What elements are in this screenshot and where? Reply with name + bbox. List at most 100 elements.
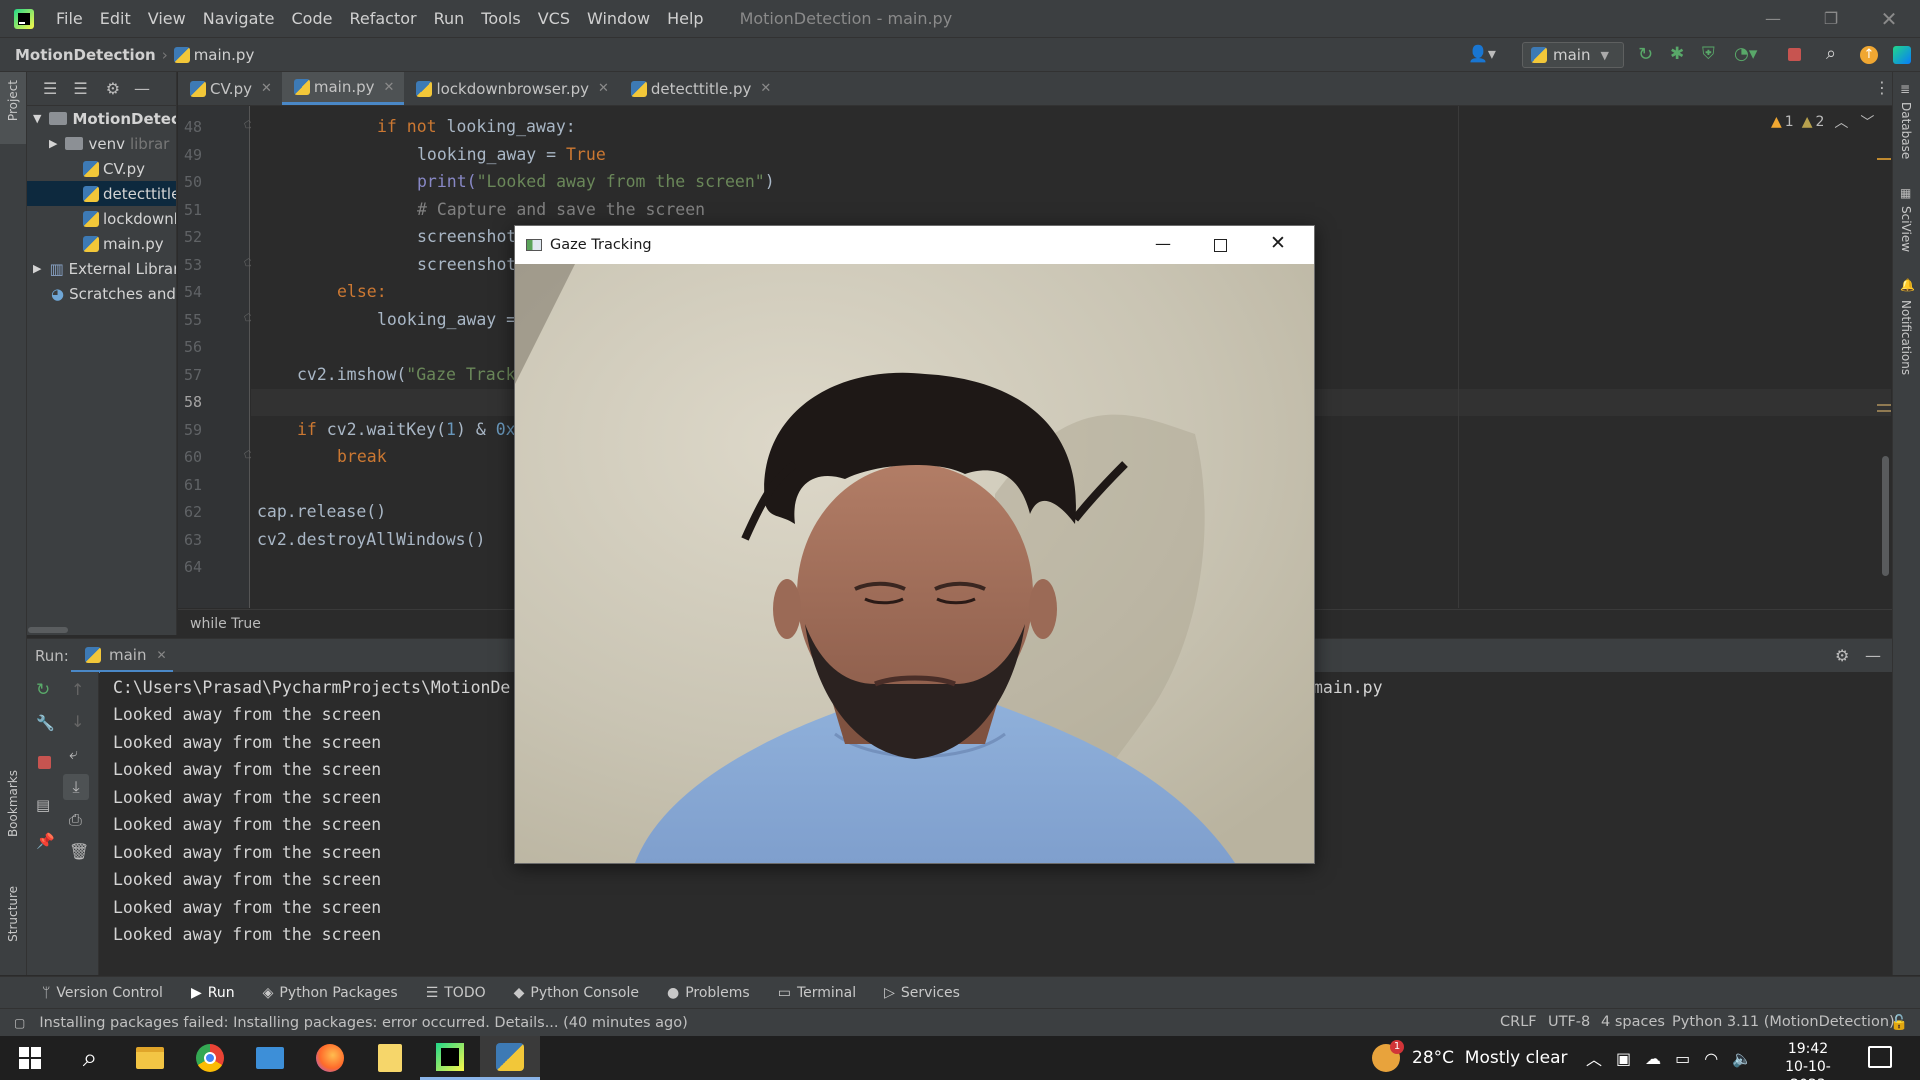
run-tool-button[interactable]: ▶ Run [191, 985, 235, 1001]
update-icon[interactable]: ↑ [1860, 46, 1878, 64]
gaze-tracking-window[interactable]: Gaze Tracking — ✕ [514, 225, 1315, 864]
notes-icon[interactable] [360, 1036, 420, 1080]
minimize-button[interactable]: — [1155, 234, 1171, 253]
windows-start-icon[interactable] [0, 1036, 60, 1080]
bookmarks-stripe-button[interactable]: Bookmarks [6, 770, 20, 837]
chevron-down-icon[interactable]: ﹀ [1860, 112, 1874, 132]
python-taskbar-icon[interactable] [480, 1036, 540, 1080]
wifi-icon[interactable]: ◠ [1704, 1049, 1718, 1068]
problems-button[interactable]: ● Problems [667, 985, 750, 1001]
terminal-button[interactable]: ▭ Terminal [778, 985, 856, 1001]
tab-cv[interactable]: CV.py ✕ [178, 72, 282, 105]
menu-edit[interactable]: Edit [100, 9, 131, 28]
gaze-window-titlebar[interactable]: Gaze Tracking — ✕ [515, 226, 1314, 264]
onedrive-icon[interactable]: ☁ [1645, 1049, 1661, 1068]
menu-view[interactable]: View [148, 9, 186, 28]
tree-file[interactable]: CV.py [27, 156, 176, 181]
gear-icon[interactable]: ⚙ [1835, 646, 1849, 665]
notifications-stripe-button[interactable]: Notifications [1899, 300, 1913, 375]
close-tab-icon[interactable]: ✕ [261, 81, 272, 96]
run-config-selector[interactable]: main ▼ [1522, 42, 1624, 68]
tree-file[interactable]: lockdownb [27, 206, 176, 231]
chevron-up-icon[interactable]: ︿ [1834, 112, 1848, 132]
menu-run[interactable]: Run [434, 9, 465, 28]
firefox-icon[interactable] [300, 1036, 360, 1080]
breadcrumb-project[interactable]: MotionDetection [15, 46, 156, 64]
arrow-up-icon[interactable]: ↑ [71, 680, 84, 699]
menu-help[interactable]: Help [667, 9, 703, 28]
close-button[interactable]: ✕ [1270, 232, 1286, 254]
menu-file[interactable]: File [56, 9, 83, 28]
close-button[interactable]: ✕ [1860, 0, 1918, 37]
minimize-button[interactable]: — [1744, 0, 1802, 37]
more-tabs-icon[interactable]: ⋮ [1874, 78, 1890, 97]
volume-icon[interactable]: 🔈 [1732, 1049, 1752, 1068]
soft-wrap-icon[interactable]: ⤶ [69, 744, 78, 764]
panel-toggle-icon[interactable]: ▢ [14, 1016, 25, 1030]
structure-stripe-button[interactable]: Structure [6, 886, 20, 942]
pin-icon[interactable]: 📌 [36, 832, 55, 850]
menu-refactor[interactable]: Refactor [349, 9, 416, 28]
line-separator[interactable]: CRLF [1500, 1014, 1537, 1030]
layout-icon[interactable]: ▤ [36, 796, 50, 814]
hide-panel-icon[interactable]: — [134, 79, 150, 98]
debug-icon[interactable]: ✱ [1670, 44, 1684, 64]
print-icon[interactable]: ⎙ [69, 810, 82, 830]
expand-all-icon[interactable]: ☰ [43, 79, 57, 98]
chrome-icon[interactable] [180, 1036, 240, 1080]
tab-detecttitle[interactable]: detecttitle.py ✕ [619, 72, 781, 105]
search-icon[interactable]: ⌕ [60, 1036, 120, 1080]
status-message[interactable]: Installing packages failed: Installing p… [39, 1015, 687, 1031]
python-console-button[interactable]: ◆ Python Console [514, 985, 639, 1001]
menu-code[interactable]: Code [292, 9, 333, 28]
gear-icon[interactable]: ⚙ [106, 79, 120, 98]
close-tab-icon[interactable]: ✕ [760, 81, 771, 96]
coverage-icon[interactable]: ⛨ [1702, 44, 1715, 64]
tree-external-libraries[interactable]: ▶ ▥ External Librar [27, 256, 176, 281]
wrench-icon[interactable]: 🔧 [36, 714, 55, 732]
scroll-to-end-icon[interactable]: ⤓ [63, 774, 89, 800]
todo-button[interactable]: ☰ TODO [426, 985, 486, 1001]
battery-icon[interactable]: ▭ [1675, 1049, 1690, 1068]
version-control-button[interactable]: ᛘ Version Control [42, 985, 163, 1001]
tree-venv[interactable]: ▶ venv librar [27, 131, 176, 156]
tree-root[interactable]: ▼ MotionDetect [27, 106, 176, 131]
rerun-icon[interactable]: ↻ [1638, 44, 1653, 65]
notification-center-icon[interactable] [1868, 1046, 1892, 1068]
maximize-button[interactable] [1214, 239, 1227, 252]
horizontal-scrollbar[interactable] [28, 627, 68, 633]
rerun-icon[interactable]: ↻ [36, 680, 50, 700]
file-explorer-icon[interactable] [120, 1036, 180, 1080]
collapse-all-icon[interactable]: ☰ [73, 79, 87, 98]
tab-main[interactable]: main.py ✕ [281, 72, 405, 105]
inspection-widget[interactable]: ▲ 1 ▲ 2 ︿ ﹀ [1771, 112, 1874, 132]
hide-panel-icon[interactable]: — [1865, 646, 1881, 665]
menu-tools[interactable]: Tools [481, 9, 520, 28]
clock[interactable]: 19:42 10-10-2023 [1768, 1040, 1848, 1080]
close-tab-icon[interactable]: ✕ [384, 80, 395, 95]
stop-icon[interactable] [38, 756, 51, 769]
sciview-stripe-button[interactable]: SciView [1899, 206, 1913, 252]
search-icon[interactable]: ⌕ [1826, 43, 1836, 64]
database-stripe-button[interactable]: Database [1899, 102, 1913, 159]
tree-file[interactable]: main.py [27, 231, 176, 256]
tree-file-selected[interactable]: detecttitle. [27, 181, 176, 206]
restore-button[interactable]: ❐ [1802, 0, 1860, 37]
services-button[interactable]: ▷ Services [884, 985, 960, 1001]
tab-lockdownbrowser[interactable]: lockdownbrowser.py ✕ [404, 72, 618, 105]
jetbrains-ai-icon[interactable] [1893, 46, 1911, 64]
python-packages-button[interactable]: ◈ Python Packages [263, 985, 398, 1001]
breadcrumb-file[interactable]: main.py [194, 46, 255, 64]
outlook-icon[interactable] [240, 1036, 300, 1080]
weather-widget[interactable]: 1 28°C Mostly clear [1372, 1040, 1568, 1072]
vertical-scrollbar[interactable] [1882, 456, 1889, 576]
meet-now-icon[interactable]: ▣ [1616, 1049, 1631, 1068]
profile-icon[interactable]: ◔▾ [1734, 44, 1757, 64]
run-tab-main[interactable]: main ✕ [71, 639, 173, 673]
close-tab-icon[interactable]: ✕ [598, 81, 609, 96]
file-encoding[interactable]: UTF-8 [1548, 1014, 1590, 1030]
pycharm-taskbar-icon[interactable] [420, 1036, 480, 1080]
project-stripe-button[interactable]: Project [0, 72, 26, 144]
lock-icon[interactable]: 🔓 [1890, 1014, 1908, 1031]
tree-scratches[interactable]: ◕ Scratches and [27, 281, 176, 306]
